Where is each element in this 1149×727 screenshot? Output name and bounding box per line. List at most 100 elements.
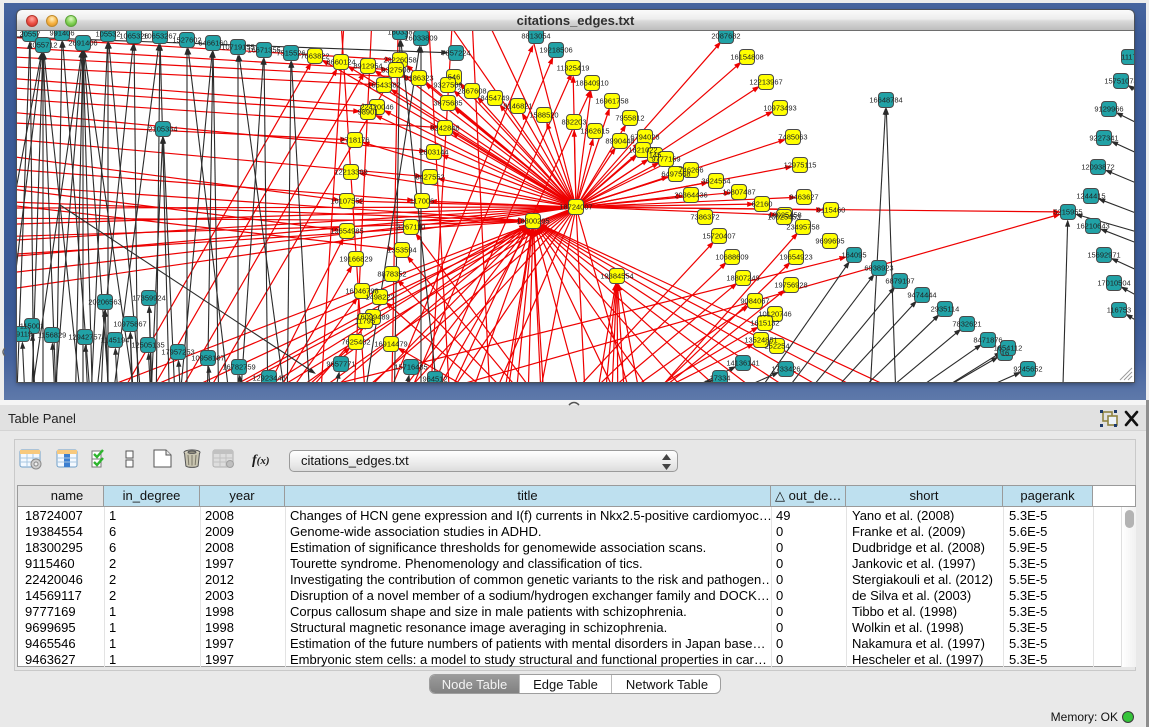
svg-text:2105334: 2105334 (148, 125, 177, 134)
svg-text:5215955: 5215955 (1053, 208, 1082, 217)
svg-text:19654985: 19654985 (330, 227, 363, 236)
svg-text:1156829: 1156829 (38, 331, 67, 340)
svg-text:17957253: 17957253 (161, 348, 194, 357)
svg-text:164095: 164095 (841, 251, 866, 260)
svg-text:1362615: 1362615 (580, 127, 609, 136)
svg-text:17010504: 17010504 (1097, 279, 1130, 288)
svg-text:16782759: 16782759 (222, 363, 255, 372)
svg-text:8660124: 8660124 (326, 58, 355, 67)
svg-text:6938923: 6938923 (864, 264, 893, 273)
svg-text:10973493: 10973493 (763, 104, 796, 113)
svg-text:10688609: 10688609 (715, 253, 748, 262)
svg-text:746266: 746266 (678, 166, 703, 175)
svg-text:7832621: 7832621 (952, 320, 981, 329)
svg-text:1145194: 1145194 (101, 336, 130, 345)
svg-text:19166829: 19166829 (339, 255, 372, 264)
svg-text:9463627: 9463627 (789, 193, 818, 202)
svg-text:12942757: 12942757 (68, 333, 101, 342)
svg-text:9777169: 9777169 (651, 155, 680, 164)
svg-text:16543382: 16543382 (367, 81, 400, 90)
svg-text:2935114: 2935114 (931, 305, 960, 314)
svg-text:16154808: 16154808 (730, 53, 763, 62)
svg-text:18724007: 18724007 (559, 203, 592, 212)
svg-text:252254: 252254 (764, 342, 789, 351)
svg-text:11795: 11795 (355, 317, 375, 326)
svg-text:832203: 832203 (561, 118, 586, 127)
svg-text:9657771: 9657771 (326, 360, 355, 369)
svg-text:8878352: 8878352 (377, 270, 406, 279)
svg-text:20206563: 20206563 (88, 298, 121, 307)
svg-text:3267110: 3267110 (397, 223, 426, 232)
svg-text:7485063: 7485063 (778, 133, 807, 142)
svg-text:15716485: 15716485 (394, 363, 427, 372)
svg-text:9474444: 9474444 (907, 291, 936, 300)
svg-text:2087682: 2087682 (711, 32, 740, 41)
svg-text:17334: 17334 (710, 374, 731, 383)
svg-text:17359924: 17359924 (132, 294, 165, 303)
svg-text:19756928: 19756928 (774, 281, 807, 290)
svg-text:10025453: 10025453 (767, 213, 800, 222)
svg-text:18300295: 18300295 (516, 217, 549, 226)
svg-text:12505135: 12505135 (131, 341, 164, 350)
svg-text:12093872: 12093872 (1081, 163, 1114, 172)
svg-text:98901: 98901 (358, 108, 379, 117)
svg-text:1588520: 1588520 (529, 111, 558, 120)
svg-text:16107552: 16107552 (330, 197, 363, 206)
svg-text:18640910: 18640910 (575, 79, 608, 88)
svg-text:9146821: 9146821 (503, 102, 532, 111)
svg-text:15751074: 15751074 (1104, 77, 1134, 86)
svg-text:9084067: 9084067 (740, 297, 769, 306)
svg-text:8912954: 8912954 (353, 62, 382, 71)
svg-text:19654923: 19654923 (779, 253, 812, 262)
svg-text:1244415: 1244415 (1076, 192, 1105, 201)
svg-text:14136141: 14136141 (726, 359, 759, 368)
svg-text:18807249: 18807249 (726, 274, 759, 283)
svg-text:10958107: 10958107 (191, 354, 224, 363)
svg-text:8813054: 8813054 (521, 32, 550, 41)
svg-text:16210643: 16210643 (1076, 222, 1109, 231)
svg-text:12923448: 12923448 (252, 374, 285, 383)
svg-text:15720407: 15720407 (702, 232, 735, 241)
svg-text:2691406: 2691406 (68, 39, 97, 48)
svg-text:3875685: 3875685 (433, 99, 462, 108)
svg-text:1498222: 1498222 (365, 293, 394, 302)
svg-text:16033809: 16033809 (404, 34, 437, 43)
svg-text:7857224: 7857224 (441, 49, 470, 58)
svg-text:2803144: 2803144 (419, 148, 448, 157)
svg-text:20364436: 20364436 (674, 191, 707, 200)
svg-text:116753: 116753 (1107, 306, 1131, 315)
svg-text:6879197: 6879197 (885, 277, 914, 286)
svg-text:7955812: 7955812 (615, 114, 644, 123)
svg-text:16914479: 16914479 (374, 340, 407, 349)
svg-text:20557: 20557 (20, 31, 41, 39)
svg-text:7386372: 7386372 (690, 213, 719, 222)
svg-text:1527602: 1527602 (172, 36, 201, 45)
svg-text:9699695: 9699695 (815, 237, 844, 246)
svg-text:15692971: 15692971 (1087, 251, 1120, 260)
svg-text:2718176: 2718176 (340, 136, 369, 145)
svg-text:1733426: 1733426 (771, 365, 800, 374)
svg-text:8427552: 8427552 (415, 173, 444, 182)
svg-text:991406: 991406 (49, 31, 74, 38)
svg-text:7663822: 7663822 (300, 52, 329, 61)
svg-text:8186323: 8186323 (404, 74, 433, 83)
svg-text:11325419: 11325419 (557, 64, 590, 73)
svg-text:12213967: 12213967 (749, 78, 782, 87)
svg-text:9242848: 9242848 (430, 124, 459, 133)
svg-text:1654112: 1654112 (994, 344, 1023, 353)
svg-text:964512: 964512 (422, 375, 447, 383)
svg-text:10807487: 10807487 (722, 188, 755, 197)
svg-text:1615132: 1615132 (750, 319, 779, 328)
svg-text:1117: 1117 (1121, 53, 1134, 62)
svg-text:12213369: 12213369 (334, 168, 367, 177)
svg-text:12975115: 12975115 (784, 161, 817, 170)
svg-text:16648784: 16648784 (869, 96, 902, 105)
svg-text:23226058: 23226058 (383, 56, 416, 65)
svg-text:3624554: 3624554 (701, 177, 730, 186)
svg-text:19218506: 19218506 (539, 46, 572, 55)
svg-text:16961758: 16961758 (595, 97, 628, 106)
svg-text:39119: 39119 (17, 330, 32, 339)
svg-text:9227341: 9227341 (1089, 134, 1118, 143)
svg-text:9115460: 9115460 (817, 206, 846, 215)
svg-text:117006: 117006 (410, 197, 434, 206)
